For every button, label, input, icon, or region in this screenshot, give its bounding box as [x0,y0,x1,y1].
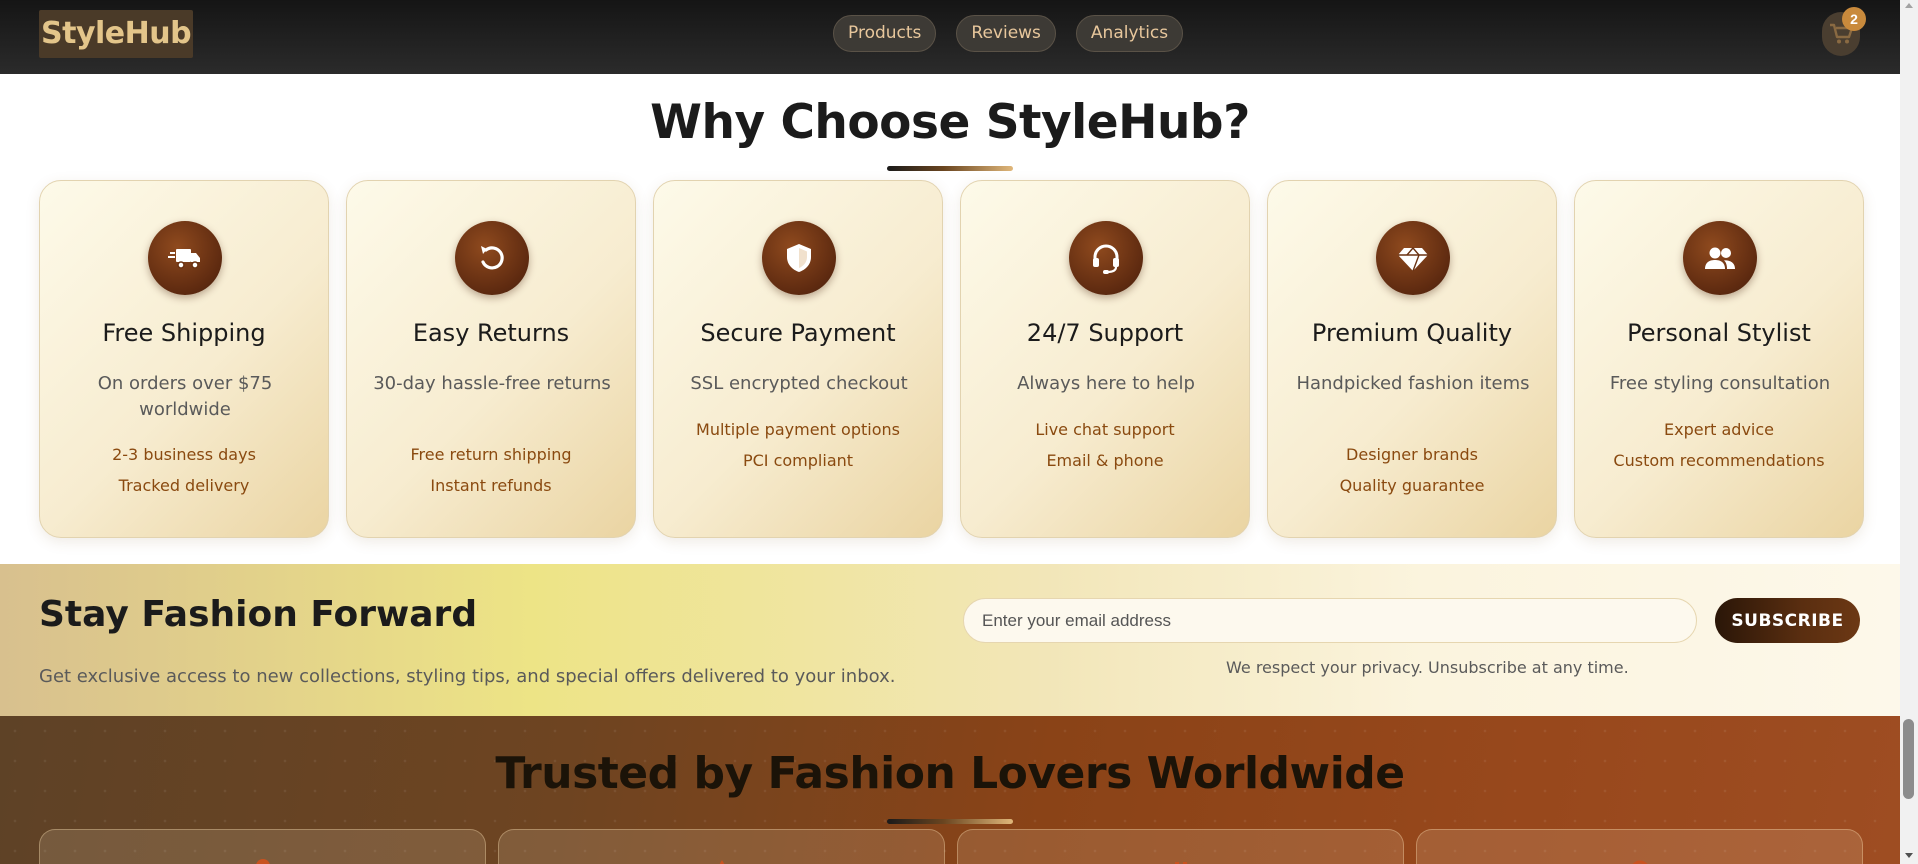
nav-products[interactable]: Products [833,15,937,52]
stat-icon [719,860,725,864]
card-feature: Free return shipping [410,445,572,464]
trusted-title: Trusted by Fashion Lovers Worldwide [495,748,1405,799]
card-feature: Designer brands [1346,445,1478,464]
card-description: SSL encrypted checkout [690,373,908,394]
feature-card-returns: Easy Returns 30-day hassle-free returns … [346,180,636,538]
main-nav: Products Reviews Analytics [833,15,1184,52]
stat-card [39,829,486,864]
stat-card [1416,829,1863,864]
card-title: Premium Quality [1311,319,1513,347]
card-feature: Tracked delivery [118,476,250,495]
card-title: Easy Returns [412,319,570,347]
why-choose-title: Why Choose StyleHub? [650,95,1250,150]
card-feature: Expert advice [1663,420,1775,439]
card-feature: Multiple payment options [696,420,900,439]
truck-icon [168,249,200,269]
card-icon-circle [455,221,529,295]
stat-card [957,829,1404,864]
card-description: Handpicked fashion items [1296,373,1530,394]
card-icon-circle [762,221,836,295]
card-feature: PCI compliant [742,451,854,470]
card-description: On orders over $75 worldwide [97,373,273,420]
cart-count-badge: 2 [1842,7,1866,31]
card-feature: Email & phone [1046,451,1164,470]
top-header: StyleHub Products Reviews Analytics 2 [0,0,1900,74]
feature-card-payment: Secure Payment SSL encrypted checkout Mu… [653,180,943,538]
stat-icon [1632,860,1648,864]
card-feature: Instant refunds [430,476,552,495]
card-feature: 2-3 business days [112,445,256,464]
stat-icon [256,859,270,864]
card-feature: Quality guarantee [1339,476,1485,495]
feature-card-support: 24/7 Support Always here to help Live ch… [960,180,1250,538]
stat-icon [1175,862,1187,864]
headset-icon [1093,244,1119,274]
gem-icon [1398,246,1428,272]
card-feature: Custom recommendations [1613,451,1825,470]
scroll-down-arrow-icon[interactable] [1905,853,1913,858]
subscribe-button[interactable]: SUBSCRIBE [1715,598,1860,643]
feature-card-stylist: Personal Stylist Free styling consultati… [1574,180,1864,538]
card-icon-circle [148,221,222,295]
feature-card-shipping: Free Shipping On orders over $75 worldwi… [39,180,329,538]
stat-card [498,829,945,864]
card-title: 24/7 Support [1026,319,1184,347]
trusted-section: Trusted by Fashion Lovers Worldwide [0,716,1900,864]
email-input[interactable] [963,598,1697,643]
title-underline [887,819,1013,824]
card-icon-circle [1069,221,1143,295]
card-description: 30-day hassle-free returns [373,373,611,394]
users-icon [1705,247,1735,269]
nav-analytics[interactable]: Analytics [1075,15,1184,52]
card-title: Personal Stylist [1627,319,1811,347]
card-description: Free styling consultation [1609,373,1831,394]
card-title: Free Shipping [102,319,266,347]
nav-reviews[interactable]: Reviews [956,15,1056,52]
title-underline [887,166,1013,171]
card-title: Secure Payment [700,319,896,347]
scroll-up-arrow-icon[interactable] [1905,3,1913,8]
card-icon-circle [1683,221,1757,295]
card-feature: Live chat support [1035,420,1175,439]
newsletter-title: Stay Fashion Forward [39,594,478,635]
newsletter-subtitle: Get exclusive access to new collections,… [39,666,896,687]
card-description: Always here to help [1017,373,1195,394]
newsletter-section: Stay Fashion Forward Get exclusive acces… [0,564,1900,716]
shield-icon [787,244,811,272]
undo-icon [481,246,504,270]
feature-card-quality: Premium Quality Handpicked fashion items… [1267,180,1557,538]
privacy-note: We respect your privacy. Unsubscribe at … [1226,658,1629,677]
scrollbar-thumb[interactable] [1903,719,1914,799]
logo[interactable]: StyleHub [39,10,194,58]
card-icon-circle [1376,221,1450,295]
